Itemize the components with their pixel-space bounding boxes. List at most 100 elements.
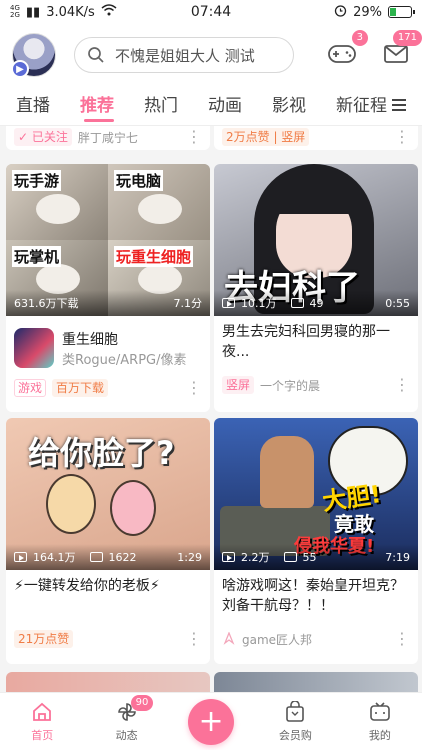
thumb-caption: 给你脸了? [28, 434, 175, 472]
more-icon[interactable]: ⋮ [394, 631, 410, 647]
tab-film[interactable]: 影视 [272, 86, 336, 126]
danmaku-icon [283, 552, 297, 562]
cellular-bars-icon: ▮▮ [25, 4, 41, 20]
video-card[interactable]: 2万点赞 | 竖屏 ⋮ [214, 126, 418, 150]
danmaku-icon [89, 552, 103, 562]
thumb-label: 玩重生细胞 [114, 246, 194, 267]
switch-account-icon: ▶ [11, 60, 29, 78]
network-speed: 3.04K/s [46, 4, 95, 20]
likes-tag: 21万点赞 [14, 630, 74, 648]
top-header: ▶ 不愧是姐姐大人 测试 3 171 [0, 24, 422, 86]
nav-label: 动态 [115, 728, 138, 742]
game-score: 7.1分 [173, 297, 203, 310]
emperor-image [260, 436, 314, 508]
bottom-nav: 首页 90 动态 + 会员购 我的 [0, 692, 422, 750]
message-badge: 171 [392, 30, 422, 46]
view-count: 2.2万 [241, 551, 270, 564]
play-count-icon [222, 552, 235, 562]
danmaku-count: 55 [302, 550, 317, 564]
alarm-icon [334, 4, 347, 21]
duration: 1:29 [177, 550, 202, 564]
thumb-overlay: 10.1万 49 0:55 [214, 290, 418, 316]
video-thumbnail: 给你脸了? 164.1万 1622 1:29 [6, 418, 210, 570]
vertical-tag: 竖屏 [222, 376, 255, 394]
thumb-label: 玩手游 [12, 170, 62, 191]
tab-new-journey[interactable]: 新征程 [336, 86, 396, 126]
nav-home[interactable]: 首页 [0, 693, 84, 750]
play-count-icon [222, 298, 235, 308]
danmaku-count: 1622 [108, 550, 137, 564]
dynamic-badge: 90 [130, 695, 154, 711]
thumb-label: 玩电脑 [114, 170, 164, 191]
download-count: 631.6万下载 [14, 297, 79, 310]
nav-label: 我的 [368, 728, 391, 742]
danmaku-count: 49 [309, 296, 324, 310]
video-card[interactable] [214, 672, 418, 692]
duration: 7:19 [385, 550, 410, 564]
game-center-button[interactable]: 3 [326, 30, 368, 70]
rocket-icon [223, 632, 235, 645]
duration: 0:55 [385, 296, 410, 310]
more-icon[interactable]: ⋮ [186, 380, 202, 396]
shopping-bag-icon [286, 700, 305, 722]
video-card[interactable]: ✓ 已关注 胖丁咸宁七 ⋮ [6, 126, 210, 150]
video-thumbnail: 去妇科了 10.1万 49 0:55 [214, 164, 418, 316]
nav-label: 首页 [31, 728, 54, 742]
thumb-label: 玩掌机 [12, 246, 62, 267]
messages-button[interactable]: 171 [380, 30, 422, 70]
video-title: ⚡一键转发给你的老板⚡ [14, 578, 160, 594]
avatar[interactable]: ▶ [11, 33, 56, 78]
download-tag: 百万下载 [52, 379, 109, 397]
game-icon [14, 328, 54, 368]
tab-live[interactable]: 直播 [16, 86, 80, 126]
more-icon[interactable]: ⋮ [394, 377, 410, 393]
video-title: 男生去完妇科回男寝的那一夜... [222, 324, 390, 360]
home-icon [33, 702, 52, 721]
search-bar[interactable]: 不愧是姐姐大人 测试 [74, 37, 294, 73]
view-count: 10.1万 [241, 297, 277, 310]
nav-dynamic[interactable]: 90 动态 [84, 693, 168, 750]
status-bar: 4G 2G ▮▮ 3.04K/s 07:44 29% [0, 0, 422, 24]
mail-icon [384, 45, 408, 63]
author-name: game匠人邦 [242, 632, 313, 647]
game-card[interactable]: 玩手游 玩电脑 玩掌机 玩重生细胞 631.6万下载 7.1分 重生细胞 类Ro… [6, 164, 210, 412]
video-card[interactable]: 去妇科了 10.1万 49 0:55 男生去完妇科回男寝的那一夜... 竖屏 一… [214, 164, 418, 412]
video-card[interactable]: 大胆! 竟敢 侵我华夏! 2.2万 55 7:19 啥游戏啊这！秦始皇开坦克？刘… [214, 418, 418, 664]
cartoon-image [46, 474, 96, 534]
game-badge: 3 [351, 30, 368, 46]
stat-tag: 2万点赞 | 竖屏 [222, 128, 310, 146]
nav-mall[interactable]: 会员购 [253, 693, 337, 750]
search-icon [88, 47, 104, 63]
battery-icon [388, 6, 415, 18]
thumb-overlay: 164.1万 1622 1:29 [6, 544, 210, 570]
wifi-icon [101, 4, 117, 20]
game-thumbnail: 玩手游 玩电脑 玩掌机 玩重生细胞 631.6万下载 7.1分 [6, 164, 210, 316]
tab-recommend[interactable]: 推荐 [80, 86, 144, 126]
video-feed: ✓ 已关注 胖丁咸宁七 ⋮ 2万点赞 | 竖屏 ⋮ 玩手游 玩电脑 玩掌机 玩重… [0, 126, 422, 692]
cartoon-image [110, 480, 156, 536]
more-icon[interactable]: ⋮ [394, 129, 410, 145]
tv-icon [370, 701, 390, 721]
game-genre: 类Rogue/ARPG/像素 [62, 352, 187, 368]
video-card[interactable]: 给你脸了? 164.1万 1622 1:29 ⚡一键转发给你的老板⚡ 21万点赞… [6, 418, 210, 664]
thumb-overlay: 2.2万 55 7:19 [214, 544, 418, 570]
cat-image [138, 194, 182, 224]
cat-image [36, 194, 80, 224]
video-title: 啥游戏啊这！秦始皇开坦克？刘备干航母？！！ [222, 578, 404, 614]
danmaku-icon [290, 298, 304, 308]
video-card[interactable] [6, 672, 210, 692]
menu-icon[interactable] [390, 96, 408, 114]
more-icon[interactable]: ⋮ [186, 129, 202, 145]
battery-percent: 29% [353, 4, 382, 20]
more-icon[interactable]: ⋮ [186, 631, 202, 647]
tab-hot[interactable]: 热门 [144, 86, 208, 126]
nav-profile[interactable]: 我的 [338, 693, 422, 750]
nav-create[interactable]: + [169, 693, 253, 750]
clock: 07:44 [190, 4, 232, 20]
game-tag: 游戏 [14, 379, 47, 397]
thumb-overlay: 631.6万下载 7.1分 [6, 290, 210, 316]
search-placeholder: 不愧是姐姐大人 测试 [115, 46, 255, 65]
plus-icon: + [188, 698, 235, 745]
tab-anime[interactable]: 动画 [208, 86, 272, 126]
followed-tag: ✓ 已关注 [14, 128, 72, 146]
